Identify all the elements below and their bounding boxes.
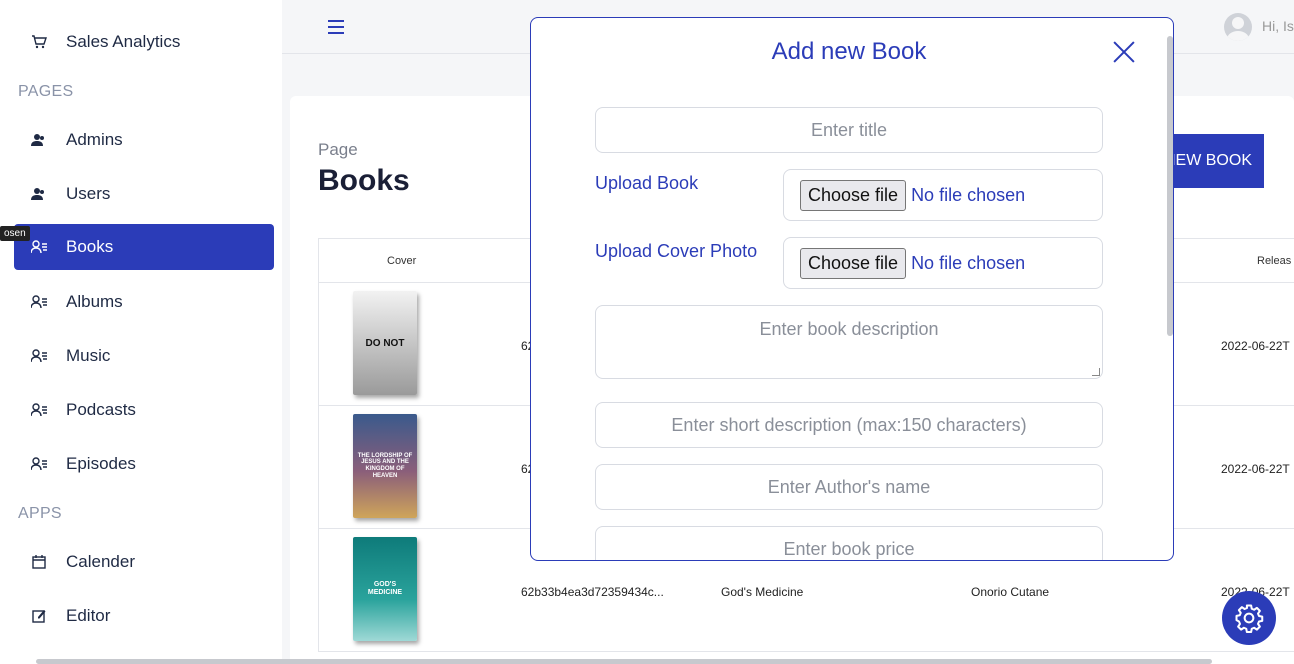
sidebar-item-episodes[interactable]: Episodes (14, 441, 274, 487)
editor-icon (30, 607, 48, 625)
sidebar-item-label: Books (66, 237, 114, 256)
admins-icon (30, 131, 48, 149)
upload-cover-field: Choose file No file chosen (783, 237, 1103, 289)
description-textarea[interactable]: Enter book description (595, 305, 1103, 379)
avatar[interactable] (1224, 13, 1252, 41)
sidebar-item-label: Albums (66, 292, 123, 311)
column-header-cover: Cover (387, 255, 417, 267)
modal-scrollbar[interactable] (1167, 36, 1173, 336)
book-cover-image: DO NOT (353, 291, 417, 395)
resize-handle-icon[interactable] (1092, 368, 1100, 376)
pages-section-label: PAGES (18, 83, 74, 100)
description-placeholder: Enter book description (759, 319, 939, 339)
sidebar-item-admins[interactable]: Admins (14, 117, 274, 163)
cell-title: God's Medicine (721, 585, 804, 599)
sidebar-item-label: Music (66, 346, 111, 365)
sidebar-item-podcasts[interactable]: Podcasts (14, 387, 274, 433)
gear-icon (1235, 604, 1264, 633)
users-icon (30, 185, 48, 203)
sidebar-item-label: Editor (66, 606, 111, 625)
calendar-icon (30, 553, 48, 571)
book-cover-image: GOD'S MEDICINE (353, 537, 417, 641)
sidebar-item-label: Calender (66, 552, 135, 571)
close-icon[interactable] (1111, 38, 1137, 64)
sidebar-item-label: Sales Analytics (66, 32, 181, 51)
cell-id: 62b33b4ea3d72359434c... (521, 585, 664, 599)
apps-section-label: APPS (18, 505, 62, 522)
cell-author: Onorio Cutane (971, 585, 1050, 599)
books-icon (30, 238, 48, 256)
sidebar-item-sales-analytics[interactable]: Sales Analytics (14, 19, 274, 65)
sidebar-item-editor[interactable]: Editor (14, 593, 274, 639)
cell-release: 2022-06-22T (1221, 339, 1290, 353)
page-label: Page (318, 140, 358, 159)
sidebar-item-books[interactable]: Books (14, 224, 274, 270)
choose-book-file-button[interactable]: Choose file (800, 179, 907, 211)
cart-icon (30, 33, 48, 51)
cell-release: 2022-06-22T (1221, 462, 1290, 476)
podcasts-icon (30, 401, 48, 419)
upload-book-field: Choose file No file chosen (783, 169, 1103, 221)
upload-book-label: Upload Book (595, 173, 699, 193)
albums-icon (30, 293, 48, 311)
page-title: Books (318, 164, 410, 197)
sidebar-item-albums[interactable]: Albums (14, 279, 274, 325)
horizontal-scrollbar[interactable] (36, 659, 1212, 664)
add-book-modal: Add new Book Enter title Upload Book Cho… (530, 17, 1174, 561)
upload-cover-label: Upload Cover Photo (595, 241, 758, 261)
user-greeting[interactable]: Hi, Is (1262, 18, 1294, 34)
sidebar-item-music[interactable]: Music (14, 333, 274, 379)
column-header-release: Releas (1257, 255, 1292, 267)
book-cover-image: THE LORDSHIP OF JESUS AND THE KINGDOM OF… (353, 414, 417, 518)
episodes-icon (30, 455, 48, 473)
sidebar-item-label: Users (66, 184, 111, 203)
tooltip: osen (0, 226, 30, 241)
sidebar-item-label: Podcasts (66, 400, 136, 419)
cover-file-status: No file chosen (911, 252, 1026, 273)
sidebar-item-calendar[interactable]: Calender (14, 539, 274, 585)
modal-title: Add new Book (771, 38, 927, 65)
short-description-input[interactable]: Enter short description (max:150 charact… (595, 402, 1103, 448)
sidebar-item-label: Episodes (66, 454, 136, 473)
settings-button[interactable] (1222, 591, 1276, 645)
book-price-input[interactable]: Enter book price (595, 526, 1103, 560)
choose-cover-file-button[interactable]: Choose file (800, 247, 907, 279)
music-icon (30, 347, 48, 365)
sidebar-item-users[interactable]: Users (14, 171, 274, 217)
hamburger-menu-icon[interactable] (328, 20, 344, 34)
title-input[interactable]: Enter title (595, 107, 1103, 153)
sidebar: Sales Analytics PAGES Admins Users Books… (0, 0, 282, 664)
book-file-status: No file chosen (911, 184, 1026, 205)
sidebar-item-label: Admins (66, 130, 123, 149)
author-name-input[interactable]: Enter Author's name (595, 464, 1103, 510)
